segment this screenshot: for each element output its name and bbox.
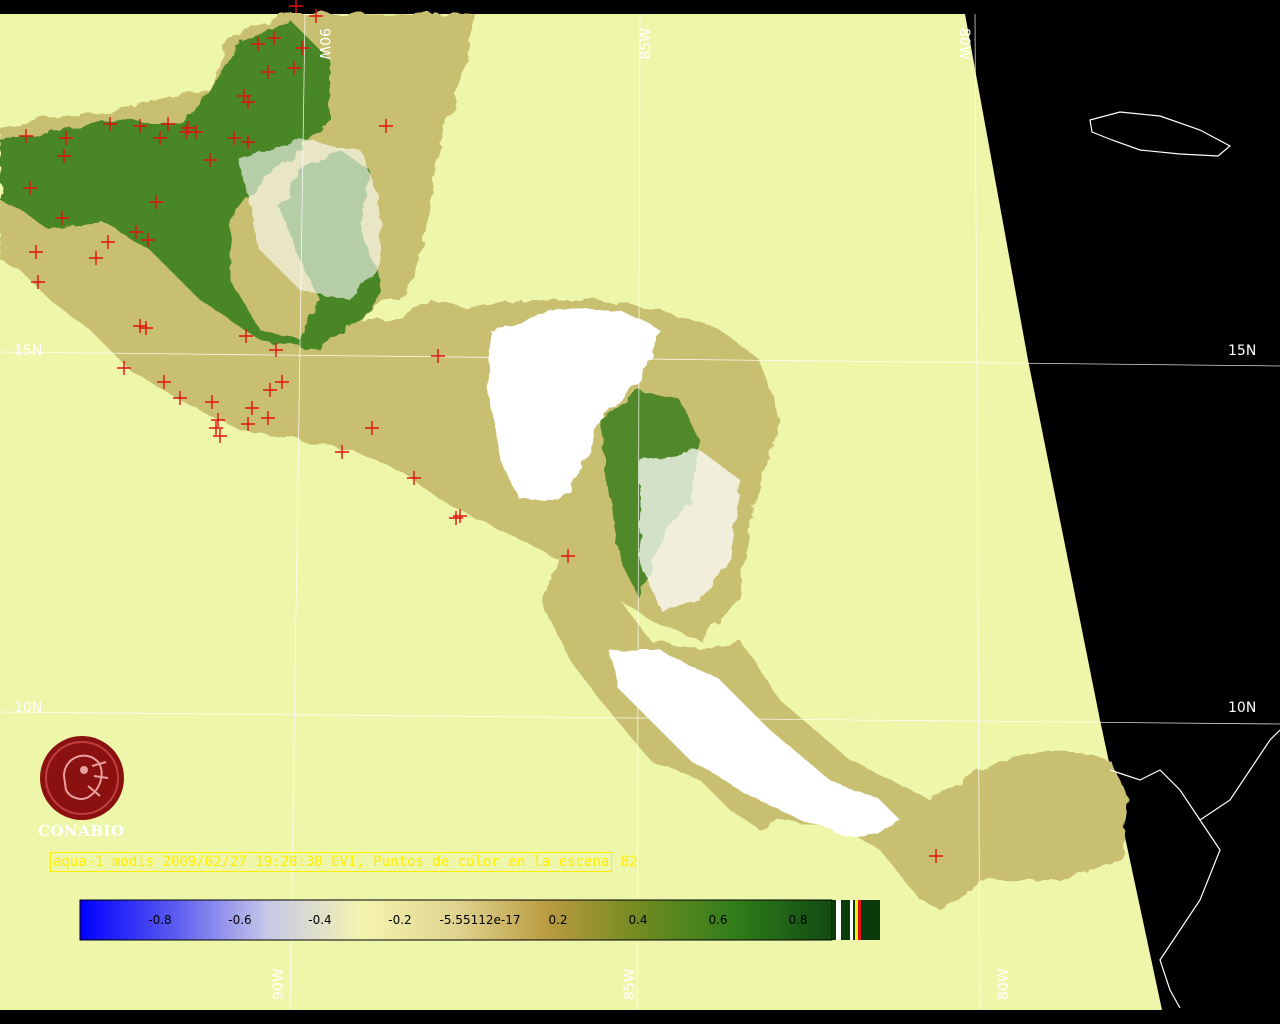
colorbar-tick-label: -0.4 <box>308 913 331 927</box>
lon-label-bottom-80w: 80W <box>996 968 1012 1000</box>
colorbar-tick-label: -0.6 <box>228 913 251 927</box>
colorbar: -0.8 -0.6 -0.4 -0.2 -5.55112e-17 0.2 0.4 0.6 0.8 <box>79 899 880 941</box>
coastline-colombia-north <box>1199 729 1280 821</box>
colorbar-tick-label: -0.2 <box>388 913 411 927</box>
colorbar-tick-label: 0.6 <box>708 913 727 927</box>
lon-label-top-90w: 90W <box>316 28 332 60</box>
scene-caption: aqua-1 modis 2009/02/27 19:28:30 EVI, Pu… <box>50 852 638 872</box>
lat-label-right-10n: 10N <box>1228 700 1256 716</box>
colorbar-tick-label: 0.2 <box>548 913 567 927</box>
colorbar-end-yellow <box>855 900 858 940</box>
colorbar-end-white2 <box>850 900 853 940</box>
conabio-wordmark: CONABIO <box>38 822 125 840</box>
caption-count: 82 <box>620 854 638 870</box>
lat-label-right-15n: 15N <box>1228 343 1256 359</box>
colorbar-tick-label: 0.4 <box>628 913 647 927</box>
caption-text: aqua-1 modis 2009/02/27 19:28:30 EVI, Pu… <box>50 852 613 872</box>
lat-label-left-15n: 15N <box>14 343 42 359</box>
colorbar-tick-label: -5.55112e-17 <box>440 913 521 927</box>
fire-marker <box>289 0 303 13</box>
lat-label-left-10n: 10N <box>14 700 42 716</box>
lon-label-top-85w: 85W <box>638 28 654 60</box>
lon-label-bottom-90w: 90W <box>271 968 287 1000</box>
colorbar-end-white <box>836 900 841 940</box>
lon-label-top-80w: 80W <box>956 28 972 60</box>
colorbar-tick-label: -0.8 <box>148 913 171 927</box>
colorbar-end-red <box>858 900 861 940</box>
colorbar-tick-label: 0.8 <box>788 913 807 927</box>
coastline-jamaica <box>1089 111 1232 157</box>
lon-label-bottom-85w: 85W <box>622 968 638 1000</box>
